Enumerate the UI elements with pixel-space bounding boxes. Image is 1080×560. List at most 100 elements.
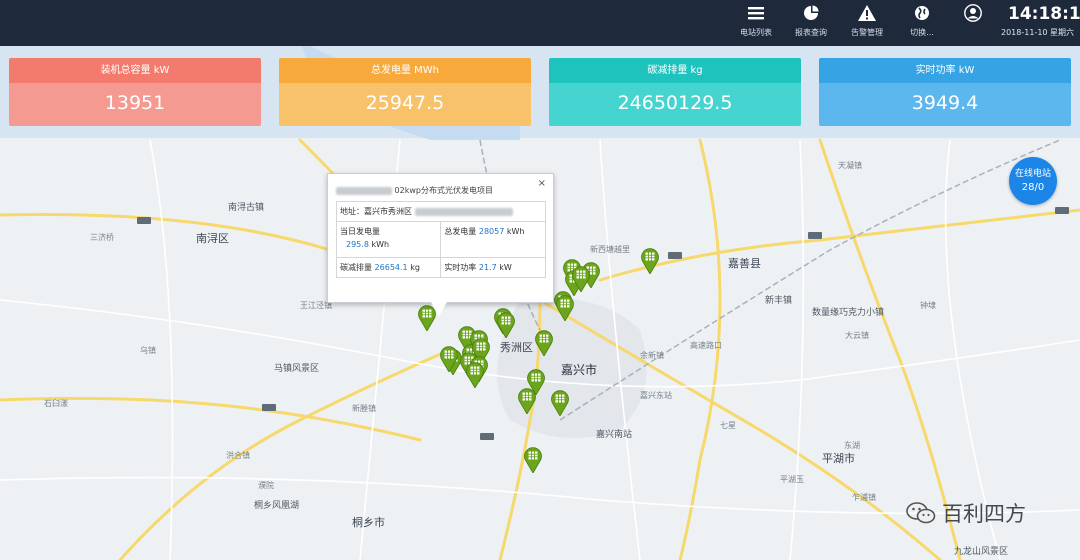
map-label-jiaxing-south: 嘉兴南站 [596,430,633,440]
online-stations-badge[interactable]: 在线电站 28/0 [1009,157,1057,205]
stat-card-carbon: 碳减排量 kg 24650129.5 [549,58,801,126]
map-label-mazhen: 马镇风景区 [274,364,320,374]
station-list-label: 电站列表 [740,28,772,37]
alarm-manage-label: 告警管理 [851,28,883,37]
map-label-jiashan: 嘉善县 [728,257,761,270]
popup-pointer [431,302,447,316]
clock-time: 14:18:10 [1008,4,1080,24]
map-label-gaosu: 高速路口 [690,341,722,350]
station-pin-icon[interactable] [535,330,553,357]
map-label-xitang: 新西塘越里 [590,245,630,254]
map-label-zhapu: 乍浦镇 [852,493,876,502]
popup-title: 02kwp分布式光伏发电项目 [336,185,493,196]
map-label-pinghuyu: 平湖玉 [780,475,804,484]
total-energy-unit: kWh [506,227,525,236]
stat-card-energy-value: 25947.5 [279,83,531,126]
total-energy-cell: 总发电量 28057 kWh [440,221,546,258]
map-label-donghu: 东湖 [844,441,860,450]
map-label-jiaxing-east: 嘉兴东站 [640,391,672,400]
stat-card-energy: 总发电量 MWh 25947.5 [279,58,531,126]
station-pin-icon[interactable] [497,312,515,339]
stat-card-power: 实时功率 kW 3949.4 [819,58,1071,126]
power-value: 21.7 [478,263,497,272]
station-pin-icon[interactable] [556,295,574,322]
station-info-popup: × 02kwp分布式光伏发电项目 地址：嘉兴市秀洲区 当日发电量 295.8 k… [327,173,554,316]
map-label-tianning: 天凝镇 [838,161,862,170]
station-pin-icon[interactable] [440,346,458,373]
total-energy-value: 28057 [478,227,505,236]
station-pin-icon[interactable] [551,390,569,417]
report-query-label: 报表查询 [795,28,827,37]
watermark: 百利四方 [906,498,1026,528]
map-label-yuxin: 余新镇 [640,351,664,360]
station-pin-icon[interactable] [466,362,484,389]
map-label-shijiuyang: 石臼漾 [44,399,68,408]
pie-chart-icon [784,2,838,24]
power-label: 实时功率 [444,263,477,272]
stat-card-capacity: 装机总容量 kW 13951 [9,58,261,126]
carbon-cell: 碳减排量 26654.1 kg [335,257,442,278]
popup-address-cell: 地址：嘉兴市秀洲区 [336,201,546,222]
alarm-manage-button[interactable]: 告警管理 [840,2,894,38]
today-energy-value: 295.8 [346,240,369,249]
power-unit: kW [499,263,512,272]
power-cell: 实时功率 21.7 kW [440,257,546,278]
map-label-honghe: 洪合镇 [226,451,250,460]
globe-icon [895,2,949,24]
stat-card-power-label: 实时功率 kW [819,58,1071,83]
station-pin-icon[interactable] [518,388,536,415]
total-energy-label: 总发电量 [444,227,477,236]
stat-card-carbon-value: 24650129.5 [549,83,801,126]
map-label-puyuan: 濮院 [258,481,274,490]
map-label-chocolate: 数量缘巧克力小镇 [812,308,885,318]
map-label-xiuzhou: 秀洲区 [500,341,533,354]
carbon-label: 碳减排量 [340,263,372,272]
today-energy-unit: kWh [371,240,390,249]
top-bar: 电站列表 报表查询 告警管理 切换... 14:18:10 2018-11-10… [0,0,1080,46]
map-label-pinghu: 平湖市 [822,452,855,465]
popup-title-text: 02kwp分布式光伏发电项目 [394,186,493,195]
map-label-fenghuanghu: 桐乡风凰湖 [254,501,300,511]
carbon-value: 26654.1 [374,263,408,272]
redacted-name [336,186,392,195]
map-label-jiaxing-city: 嘉兴市 [561,363,598,377]
station-pin-icon[interactable] [641,248,659,275]
stat-card-capacity-label: 装机总容量 kW [9,58,261,83]
station-list-button[interactable]: 电站列表 [729,2,783,38]
redacted-address [414,207,513,216]
map-label-dayun: 大云镇 [845,331,869,340]
popup-table: 地址：嘉兴市秀洲区 当日发电量 295.8 kWh 总发电量 28057 kWh… [335,201,546,278]
switch-label: 切换... [910,28,934,37]
map-label-zhongdai: 钟埭 [920,301,936,310]
map-label-nanxun-old: 南浔古镇 [228,203,265,213]
station-pin-icon[interactable] [572,266,590,293]
map-label-qixing: 七星 [720,421,736,430]
switch-button[interactable]: 切换... [895,2,949,38]
map-label-xinfeng: 新丰镇 [765,296,793,306]
map-label-tongxiang: 桐乡市 [352,516,385,529]
close-icon[interactable]: × [538,178,546,189]
stat-card-power-value: 3949.4 [819,83,1071,126]
user-icon [946,2,1000,24]
today-energy-cell: 当日发电量 295.8 kWh [335,221,442,258]
clock-date: 2018-11-10 星期六 [1001,28,1075,37]
map-label-xincheng: 新塍镇 [352,404,376,413]
wechat-icon [906,502,936,524]
carbon-unit: kg [410,263,420,272]
today-energy-label: 当日发电量 [340,227,380,236]
user-button[interactable] [946,2,1000,24]
stat-card-carbon-label: 碳减排量 kg [549,58,801,83]
warning-icon [840,2,894,24]
map-label-nanxun: 南浔区 [196,232,229,245]
list-icon [729,2,783,24]
stat-card-capacity-value: 13951 [9,83,261,126]
online-stations-value: 28/0 [1021,182,1045,193]
report-query-button[interactable]: 报表查询 [784,2,838,38]
map-label-sanjiqiao: 三济桥 [90,233,114,242]
address-label: 地址： [340,207,364,216]
map-label-jiulongshan: 九龙山风景区 [954,547,1009,557]
online-stations-label: 在线电站 [1014,169,1051,179]
map-label-wuzhen: 乌镇 [140,346,156,355]
watermark-text: 百利四方 [942,502,1026,526]
station-pin-icon[interactable] [524,447,542,474]
